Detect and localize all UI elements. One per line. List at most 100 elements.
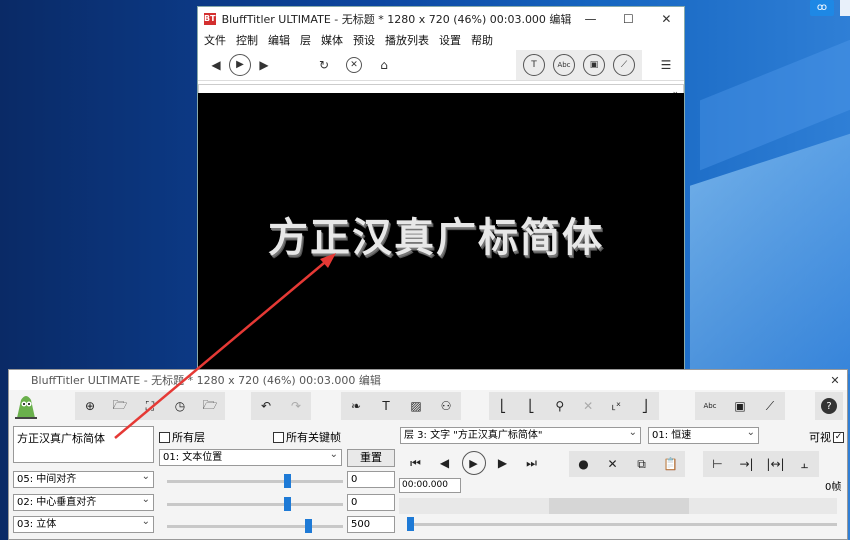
app-logo-icon: BT (204, 13, 216, 25)
property-select[interactable]: 01: 文本位置 (159, 449, 342, 466)
menu-hamburger-icon[interactable]: ☰ (654, 53, 678, 77)
style-select[interactable]: 03: 立体 (13, 516, 154, 533)
record-icon[interactable]: ● (569, 452, 598, 476)
layer-sub-icon[interactable]: ⎣ (520, 395, 542, 417)
abc-icon[interactable]: Abc (699, 395, 721, 417)
editor-window: BluffTitler ULTIMATE - 无标题 * 1280 x 720 … (8, 369, 848, 540)
z-slider[interactable] (167, 519, 343, 533)
crop-icon[interactable]: ⛶ (139, 395, 161, 417)
all-keyframes-label: 所有关键帧 (286, 431, 341, 444)
paint-icon[interactable]: ❧ (345, 395, 367, 417)
menu-layer[interactable]: 层 (300, 32, 311, 48)
open-icon[interactable]: 🗁 (199, 395, 221, 417)
timeline-slider[interactable] (407, 517, 837, 531)
y-value-input[interactable]: 0 (347, 494, 395, 511)
paste-icon[interactable]: 📋 (656, 452, 685, 476)
text-icon[interactable]: T (375, 395, 397, 417)
window-title: BluffTitler ULTIMATE - 无标题 * 1280 x 720 … (221, 13, 572, 26)
layer-icon[interactable]: ⎣ (492, 395, 514, 417)
go-next-icon[interactable]: →| (732, 452, 761, 476)
undo-icon[interactable]: ↶ (255, 395, 277, 417)
timeline-track[interactable] (399, 498, 837, 514)
copy-icon[interactable]: ⧉ (627, 452, 656, 476)
prev-icon[interactable]: ◀ (204, 53, 228, 77)
menu-media[interactable]: 媒体 (321, 32, 343, 48)
reset-button[interactable]: 重置 (347, 449, 395, 467)
open-folder-icon[interactable]: 🗁 (109, 395, 131, 417)
layer-tools: ❧ T ▨ ⚇ (341, 392, 461, 420)
menu-playlist[interactable]: 播放列表 (385, 32, 429, 48)
time-input[interactable]: 00:00.000 (399, 478, 461, 493)
layer-end-icon[interactable]: ⎦ (634, 395, 656, 417)
menu-settings[interactable]: 设置 (439, 32, 461, 48)
z-slider-thumb[interactable] (304, 519, 312, 533)
all-keyframes-checkbox[interactable]: 所有关键帧 (273, 429, 341, 445)
timeline-segment (549, 498, 689, 514)
layer-select[interactable]: 层 3: 文字 "方正汉真广标简体" (400, 427, 641, 444)
play-button-icon[interactable]: ▶ (459, 451, 488, 475)
picture-icon[interactable]: ▣ (729, 395, 751, 417)
add-icon[interactable]: ⊕ (79, 395, 101, 417)
abc-layer-icon[interactable]: Abc (552, 53, 576, 77)
refresh-icon[interactable]: ↻ (312, 53, 336, 77)
visible-label: 可视 (809, 431, 831, 444)
effect-layer-icon[interactable]: ⟋ (612, 53, 636, 77)
speed-select[interactable]: 01: 恒速 (648, 427, 759, 444)
undo-tools: ↶ ↷ (251, 392, 311, 420)
close-icon[interactable]: ✕ (823, 374, 847, 387)
menu-edit[interactable]: 编辑 (268, 32, 290, 48)
range-icon[interactable]: |↔| (761, 452, 790, 476)
skip-start-icon[interactable]: ⏮ (401, 451, 430, 475)
image-icon[interactable]: ▨ (405, 395, 427, 417)
play-icon[interactable]: ▶ (228, 53, 252, 77)
minimize-button[interactable]: — (571, 7, 609, 31)
x-value-input[interactable]: 0 (347, 471, 395, 488)
visible-checkbox[interactable]: 可视 ✓ (809, 429, 844, 445)
all-layers-checkbox[interactable]: 所有层 (159, 429, 205, 445)
stop-icon[interactable]: ✕ (342, 53, 366, 77)
keyframe-controls: ● ✕ ⧉ 📋 (569, 451, 685, 477)
menu-preset[interactable]: 预设 (353, 32, 375, 48)
text-layer-icon[interactable]: T (522, 53, 546, 77)
center-icon[interactable]: ⫠ (790, 452, 819, 476)
home-icon[interactable]: ⌂ (372, 53, 396, 77)
vertical-align-select[interactable]: 02: 中心垂直对齐 (13, 494, 154, 511)
wand-icon[interactable]: ⟋ (759, 395, 781, 417)
navigation-controls: ⊢ →| |↔| ⫠ (703, 451, 819, 477)
effect-tools: Abc ▣ ⟋ (695, 392, 785, 420)
step-back-icon[interactable]: ◀ (430, 451, 459, 475)
transport-controls: ⏮ ◀ ▶ ▶ ⏭ (401, 451, 546, 475)
timeline-slider-thumb[interactable] (407, 517, 414, 531)
menu-file[interactable]: 文件 (204, 32, 226, 48)
delete-layer-icon[interactable]: ˪ˣ (605, 395, 627, 417)
horizontal-align-select[interactable]: 05: 中间对齐 (13, 471, 154, 488)
help-tools: ? (815, 392, 843, 420)
picture-layer-icon[interactable]: ▣ (582, 53, 606, 77)
close-button[interactable]: ✕ (647, 7, 685, 31)
x-slider[interactable] (167, 474, 343, 488)
maximize-button[interactable]: ☐ (609, 7, 647, 31)
help-icon[interactable]: ? (818, 395, 840, 417)
file-tools: ⊕ 🗁 ⛶ ◷ 🗁 (75, 392, 225, 420)
skip-end-icon[interactable]: ⏭ (517, 451, 546, 475)
menu-help[interactable]: 帮助 (471, 32, 493, 48)
tray-icon[interactable]: ꝏ (810, 0, 834, 16)
y-slider[interactable] (167, 497, 343, 511)
step-forward-icon[interactable]: ▶ (488, 451, 517, 475)
editor-toolbar: ⊕ 🗁 ⛶ ◷ 🗁 ↶ ↷ ❧ T ▨ ⚇ ⎣ ⎣ ⚲ ✕ ˪ˣ ⎦ Abc ▣… (9, 390, 847, 422)
menu-control[interactable]: 控制 (236, 32, 258, 48)
redo-icon[interactable]: ↷ (285, 395, 307, 417)
editor-title: BluffTitler ULTIMATE - 无标题 * 1280 x 720 … (31, 374, 381, 387)
x-slider-thumb[interactable] (283, 474, 291, 488)
delete-key-icon[interactable]: ✕ (598, 452, 627, 476)
link-icon[interactable]: ⚲ (549, 395, 571, 417)
particles-icon[interactable]: ⚇ (435, 395, 457, 417)
go-start-icon[interactable]: ⊢ (703, 452, 732, 476)
preview-title-text: 方正汉真广标简体 (268, 214, 604, 261)
unlink-icon[interactable]: ✕ (577, 395, 599, 417)
y-slider-thumb[interactable] (283, 497, 291, 511)
clock-icon[interactable]: ◷ (169, 395, 191, 417)
text-input[interactable]: 方正汉真广标简体 (13, 426, 154, 463)
next-icon[interactable]: ▶ (252, 53, 276, 77)
z-value-input[interactable]: 500 (347, 516, 395, 533)
